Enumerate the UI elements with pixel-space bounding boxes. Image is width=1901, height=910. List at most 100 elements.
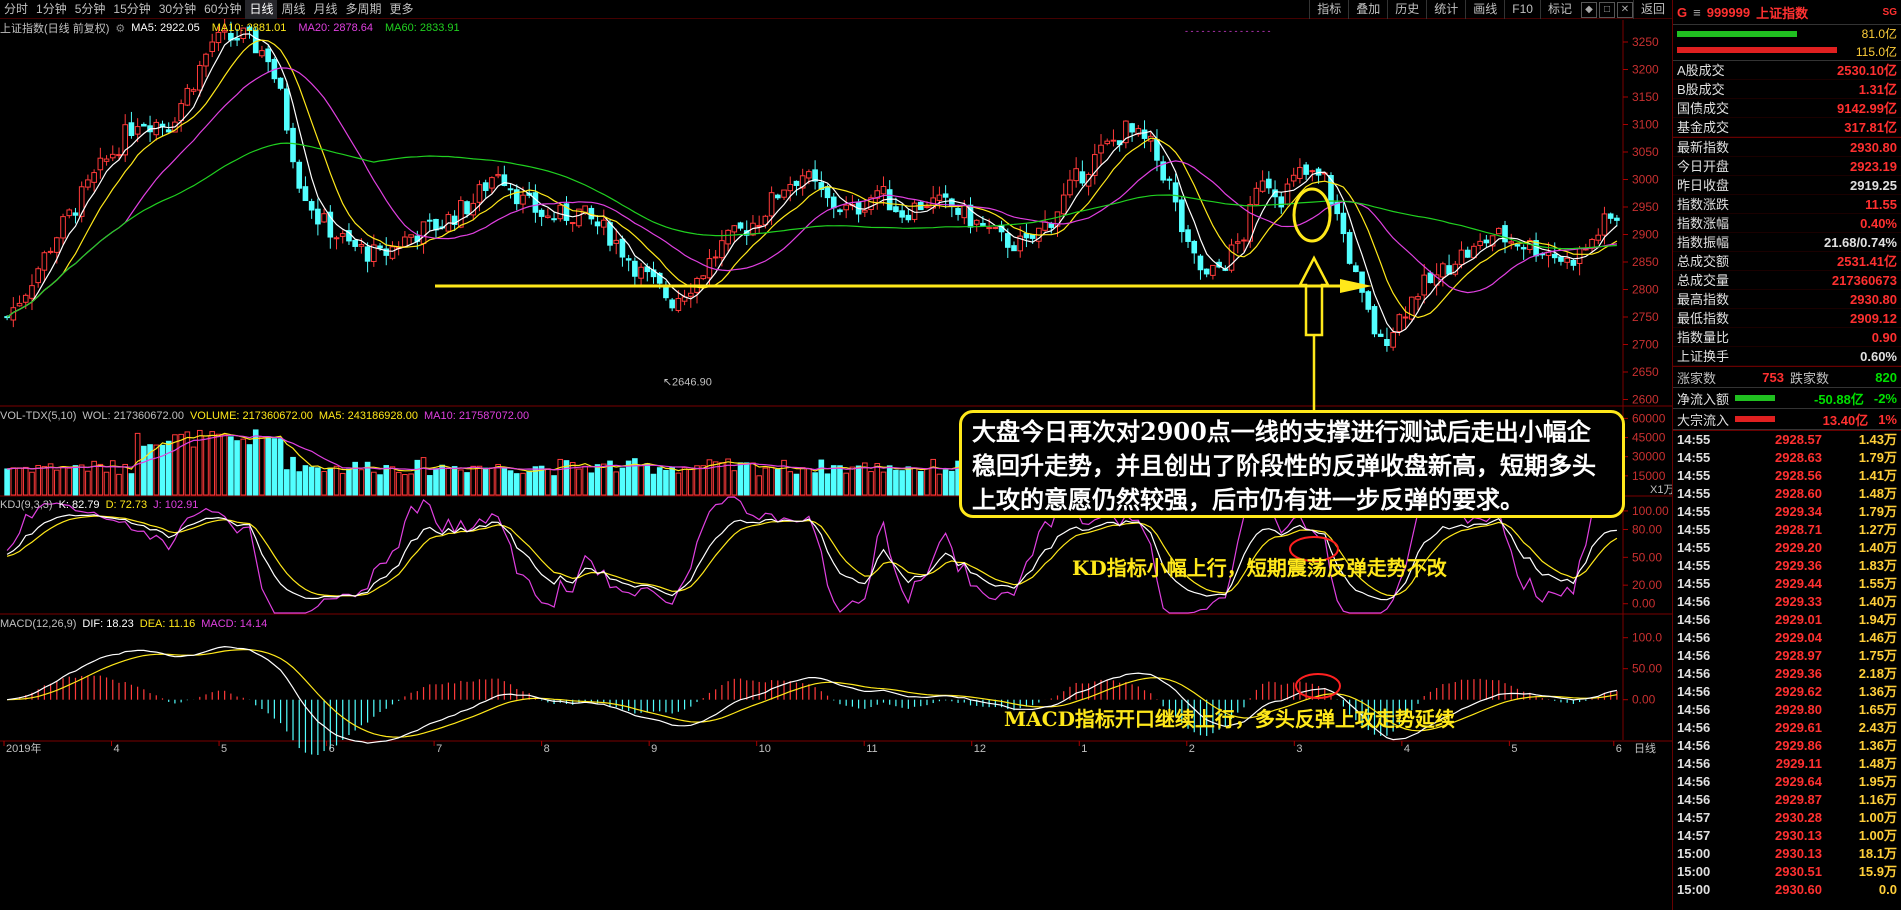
timeframe-tab-4[interactable]: 30分钟 [155,0,200,19]
timeframe-tab-7[interactable]: 周线 [277,0,309,19]
tick-row: 15:00 2930.51 15.9万 [1673,863,1901,881]
tick-list[interactable]: 14:55 2928.57 1.43万 14:55 2928.63 1.79万 14:55 2… [1673,431,1901,899]
kdj-label-3: J: 102.91 [153,499,199,511]
date-label: 4 [114,743,120,755]
candle [1179,199,1185,233]
volume-bar [315,467,321,496]
candle [830,196,837,209]
tick-time: 15:00 [1677,846,1711,861]
period-toolbar: 分时 1分钟 5分钟 15分钟 30分钟 60分钟 日线 周线 月线 多周期 更多 指标 叠加 历史 统计画… [0,0,1672,19]
candle [1073,168,1079,182]
tick-volume: 1.79万 [1858,450,1897,465]
candle [1508,241,1515,244]
volume-bar [700,465,707,496]
candle [358,244,365,247]
timeframe-tab-0[interactable]: 分时 [0,0,32,19]
date-label: 7 [436,743,442,755]
tick-price: 2929.34 [1775,504,1822,519]
stat-value: 2919.25 [1850,178,1897,193]
volume-bar [333,465,340,496]
volume-bar [880,471,887,496]
tick-price: 2929.36 [1775,666,1822,681]
candle [1303,164,1309,175]
window-button-2[interactable]: ✕ [1616,1,1633,18]
tick-volume: 1.48万 [1858,756,1897,771]
stat-row: 最高指数 2930.80 [1673,290,1901,309]
volume-bar [265,436,271,496]
timeframe-tab-2[interactable]: 5分钟 [71,0,110,19]
tick-volume: 18.1万 [1858,846,1897,861]
tool-button-6[interactable]: 标记 [1539,0,1579,19]
volume-bar [656,467,663,496]
candle [408,234,414,238]
tick-price: 2929.33 [1775,594,1822,609]
settings-icon[interactable]: ⚙ [115,22,125,35]
tick-row: 14:55 2928.56 1.41万 [1673,467,1901,485]
menu-icon[interactable]: ≡ [1693,5,1701,20]
candle [899,210,905,218]
date-label: 5 [221,743,227,755]
tick-time: 14:56 [1677,738,1711,753]
candle [1570,259,1577,266]
tick-time: 14:57 [1677,828,1711,843]
tick-volume: 2.18万 [1858,666,1897,681]
tick-price: 2930.60 [1775,882,1822,897]
timeframe-tab-8[interactable]: 月线 [310,0,342,19]
volume-panel-header: VOL-TDX(5,10) WOL: 217360672.00 VOLUME: 21… [0,408,535,424]
ma5-line [6,33,1618,334]
volume-bar [582,465,588,496]
bar1-value: 81.0亿 [1861,27,1897,41]
macd-label-2: DEA: 11.16 [139,618,196,630]
candle [532,192,539,213]
volume-bar [172,434,178,496]
flow-bar [1735,395,1776,401]
vol-tick-label: 30000 [1632,450,1666,464]
stat-value: 11.55 [1865,197,1897,212]
volume-bar [153,444,160,496]
candle [880,186,887,195]
flow-row: 净流入额 -50.88亿 -2% [1673,388,1901,409]
timeframe-tab-3[interactable]: 15分钟 [109,0,154,19]
tick-row: 14:56 2928.97 1.75万 [1673,647,1901,665]
volume-bar [482,467,489,496]
up-arrow-icon [1297,255,1331,337]
analysis-annotation: 大盘今日再次对2900点一线的支撑进行测试后走出小幅企稳回升走势，并且创出了阶段… [959,410,1625,518]
volume-bar [687,468,694,496]
candle [302,186,309,202]
tick-row: 14:55 2929.20 1.40万 [1673,539,1901,557]
candle [1396,314,1403,333]
tool-button-0[interactable]: 指标 [1309,0,1348,19]
timeframe-tab-1[interactable]: 1分钟 [32,0,71,19]
tool-button-3[interactable]: 统计 [1426,0,1465,19]
tool-button-5[interactable]: F10 [1504,0,1540,19]
tool-button-4[interactable]: 画线 [1465,0,1504,19]
vol-label-0: VOL-TDX(5,10) [0,410,77,422]
candle [1104,140,1111,145]
volume-bar [663,469,669,496]
tick-price: 2929.61 [1775,720,1822,735]
volume-bar [395,471,402,496]
stat-value: 217360673 [1831,273,1897,288]
kdj-tick-label: 20.00 [1632,578,1662,592]
tick-volume: 1.36万 [1858,738,1897,753]
window-button-0[interactable]: ◆ [1580,1,1597,18]
candle [35,268,41,284]
candle [1464,249,1471,258]
candle [924,206,930,209]
tick-volume: 1.40万 [1858,594,1897,609]
tool-button-1[interactable]: 叠加 [1348,0,1387,19]
tick-time: 14:55 [1677,576,1711,591]
timeframe-tab-5[interactable]: 60分钟 [200,0,245,19]
timeframe-tab-10[interactable]: 更多 [386,0,418,19]
volume-bar [949,470,955,496]
stat-value: 317.81亿 [1844,120,1897,135]
window-button-1[interactable]: □ [1598,1,1615,18]
candle [85,179,91,188]
timeframe-tab-9[interactable]: 多周期 [342,0,386,19]
candle [364,246,371,262]
window-button-3[interactable]: 返回 [1632,0,1672,19]
tool-button-2[interactable]: 历史 [1387,0,1426,19]
tick-row: 14:56 2929.80 1.65万 [1673,701,1901,719]
timeframe-tab-6[interactable]: 日线 [245,0,278,19]
tick-price: 2929.36 [1775,558,1822,573]
